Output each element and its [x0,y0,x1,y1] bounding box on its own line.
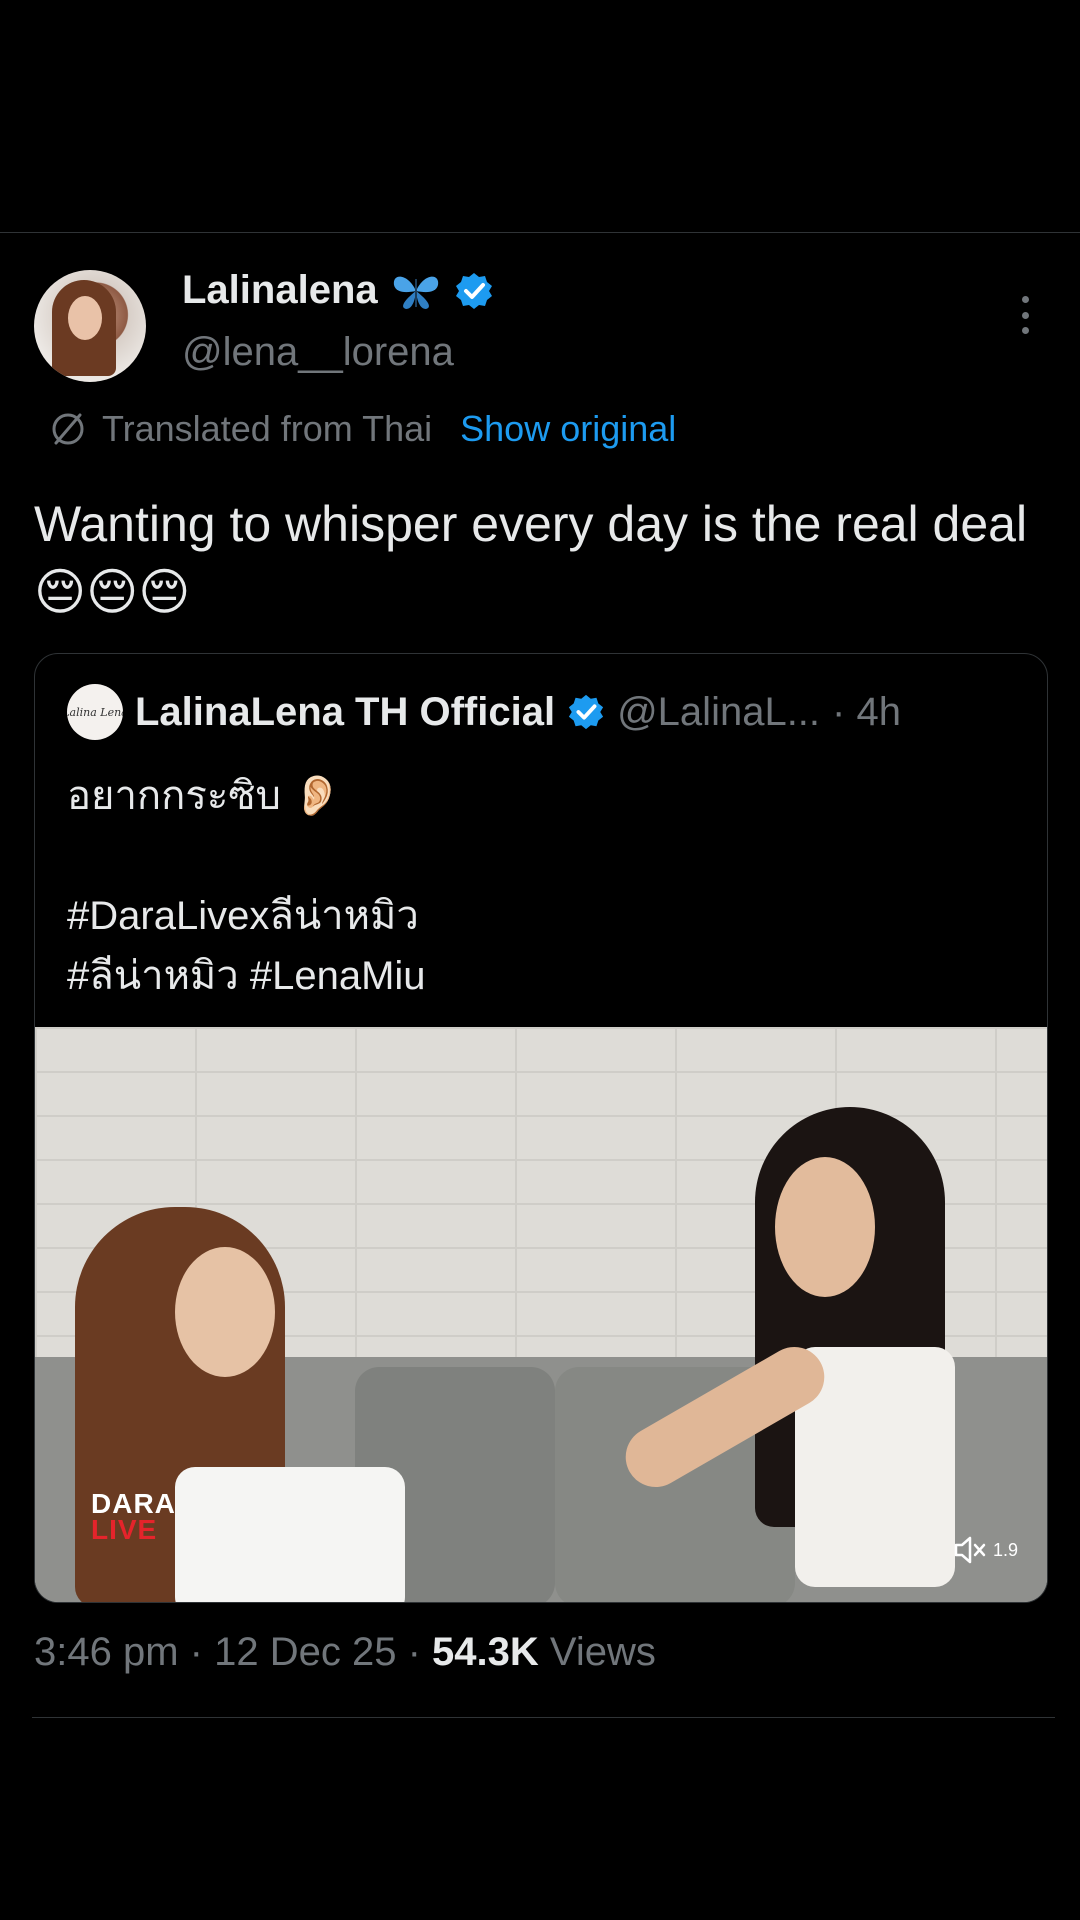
quote-header: Lalina Lena LalinaLena TH Official @Lali… [67,684,901,740]
video-player[interactable]: DARA LIVE 1.9 [35,1027,1047,1602]
bottom-divider [32,1717,1055,1718]
quote-timestamp: · 4h [832,689,901,734]
author-display-name[interactable]: Lalinalena [182,268,378,313]
translate-icon [52,413,84,445]
show-original-link[interactable]: Show original [460,408,676,450]
tweet-date[interactable]: 12 Dec 25 [214,1630,396,1674]
quoted-tweet-card[interactable]: Lalina Lena LalinaLena TH Official @Lali… [34,653,1048,1603]
meta-separator: · [189,1630,215,1674]
quote-display-name[interactable]: LalinaLena TH Official [135,690,555,735]
author-handle[interactable]: @lena__lorena [182,330,454,375]
tweet-text-body: Wanting to whisper every day is the real… [34,496,1028,552]
video-frame-person-left-top [175,1467,405,1602]
translated-label: Translated from Thai [102,408,433,449]
tweet-time[interactable]: 3:46 pm [34,1630,179,1674]
views-count: 54.3K [432,1630,539,1674]
more-options-icon[interactable] [1010,290,1040,340]
quote-text: อยากกระซิบ 👂🏻 #DaraLivexลีน่าหมิว #ลีน่า… [67,774,426,998]
quote-avatar-logo: Lalina Lena [67,705,123,719]
dara-live-logo: DARA LIVE [91,1490,176,1545]
video-frame-person-right-face [775,1157,875,1297]
video-frame-person-left-face [175,1247,275,1377]
tweet-text: Wanting to whisper every day is the real… [34,490,1034,626]
dara-logo-line2: LIVE [91,1514,158,1545]
speaker-muted-icon [954,1536,986,1564]
top-divider [0,232,1080,233]
mute-button[interactable]: 1.9 [953,1535,1018,1565]
quote-handle[interactable]: @LalinaL... [617,690,820,735]
tweet-emojis: 😔😔😔 [34,564,191,620]
translation-row: Translated from Thai Show original [48,408,676,450]
playback-rate: 1.9 [993,1539,1019,1560]
butterfly-icon [393,276,438,309]
verified-badge-icon [568,694,604,730]
views-label: Views [549,1630,656,1674]
author-name-row[interactable]: Lalinalena [182,268,494,313]
quote-avatar[interactable]: Lalina Lena [67,684,123,740]
author-avatar[interactable] [34,270,146,382]
verified-badge-icon [455,272,492,309]
meta-separator: · [407,1630,432,1674]
tweet-meta: 3:46 pm · 12 Dec 25 · 54.3K Views [34,1630,656,1675]
